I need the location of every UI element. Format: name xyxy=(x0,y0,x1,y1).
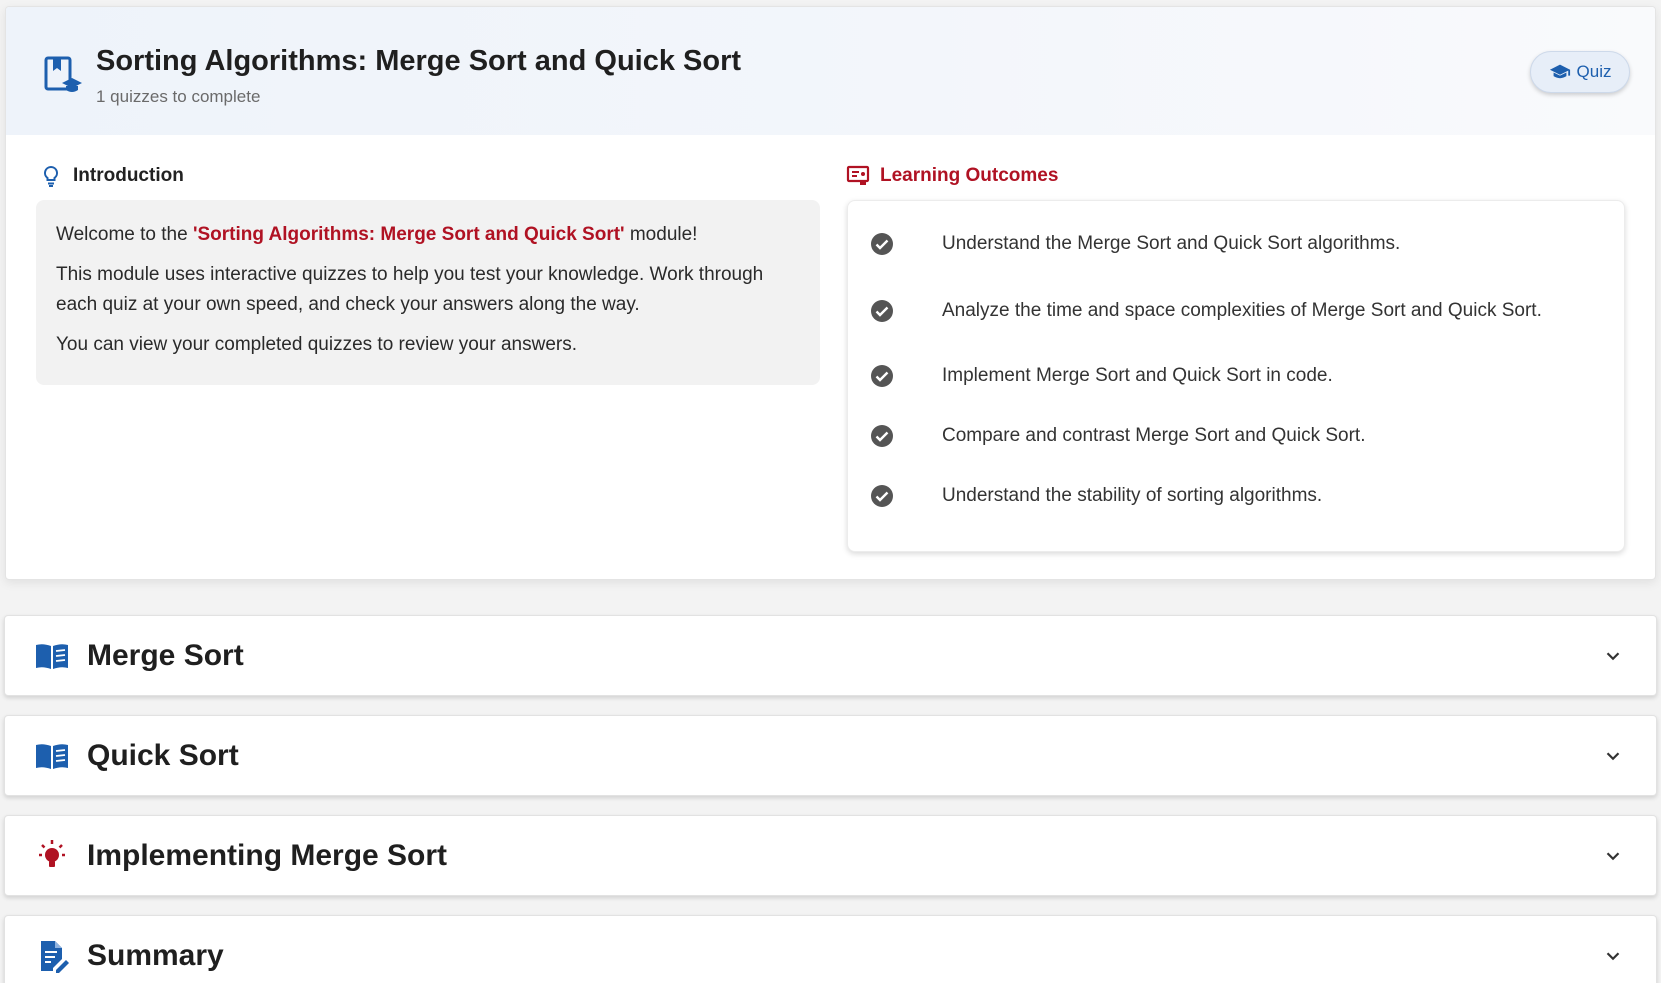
module-header: Sorting Algorithms: Merge Sort and Quick… xyxy=(6,7,1655,135)
outcome-item: Compare and contrast Merge Sort and Quic… xyxy=(848,421,1624,451)
accordion-implementing-merge-sort[interactable]: Implementing Merge Sort xyxy=(4,815,1657,896)
lightbulb-outline-icon xyxy=(43,165,59,187)
book-bookmark-icon xyxy=(44,56,82,92)
module-name-highlight: 'Sorting Algorithms: Merge Sort and Quic… xyxy=(192,224,625,245)
outcome-text: Understand the stability of sorting algo… xyxy=(942,485,1323,506)
introduction-heading-label: Introduction xyxy=(73,165,184,186)
outcome-text: Analyze the time and space complexities … xyxy=(942,300,1542,321)
outcome-text: Compare and contrast Merge Sort and Quic… xyxy=(942,425,1366,446)
lightbulb-icon xyxy=(39,839,65,867)
section-title: Merge Sort xyxy=(87,638,244,672)
accordion-merge-sort[interactable]: Merge Sort xyxy=(4,615,1657,696)
quiz-button[interactable]: Quiz xyxy=(1530,51,1630,93)
intro-paragraph: You can view your completed quizzes to r… xyxy=(56,334,577,355)
quiz-button-label: Quiz xyxy=(1576,62,1612,81)
intro-welcome-text: Welcome to the 'Sorting Algorithms: Merg… xyxy=(56,220,800,250)
outcome-item: Implement Merge Sort and Quick Sort in c… xyxy=(848,361,1624,391)
check-circle-icon xyxy=(871,365,893,387)
chevron-down-icon xyxy=(1606,751,1620,760)
welcome-prefix: Welcome to the xyxy=(56,224,193,245)
section-title: Summary xyxy=(87,938,224,972)
graduation-cap-icon xyxy=(1549,64,1570,79)
chevron-down-icon xyxy=(1606,651,1620,660)
chevron-down-icon xyxy=(1606,951,1620,960)
presentation-board-icon xyxy=(846,165,870,185)
outcome-text: Understand the Merge Sort and Quick Sort… xyxy=(942,233,1401,254)
check-circle-icon xyxy=(871,233,893,255)
open-book-icon xyxy=(36,643,68,669)
learning-outcomes-heading: Learning Outcomes xyxy=(846,164,1058,188)
outcome-text: Implement Merge Sort and Quick Sort in c… xyxy=(942,365,1333,386)
accordion-summary[interactable]: Summary xyxy=(4,915,1657,983)
section-title: Implementing Merge Sort xyxy=(87,838,448,872)
check-circle-icon xyxy=(871,485,893,507)
introduction-heading: Introduction xyxy=(39,164,184,188)
outcome-item: Understand the stability of sorting algo… xyxy=(848,481,1624,511)
accordion-quick-sort[interactable]: Quick Sort xyxy=(4,715,1657,796)
outcome-item: Analyze the time and space complexities … xyxy=(848,281,1624,341)
intro-paragraph: This module uses interactive quizzes to … xyxy=(56,264,764,315)
section-title: Quick Sort xyxy=(87,738,239,772)
check-circle-icon xyxy=(871,425,893,447)
document-edit-icon xyxy=(41,940,69,973)
open-book-icon xyxy=(36,743,68,769)
page-title: Sorting Algorithms: Merge Sort and Quick… xyxy=(96,45,742,77)
learning-outcomes-list: Understand the Merge Sort and Quick Sort… xyxy=(847,200,1625,552)
outcome-item: Understand the Merge Sort and Quick Sort… xyxy=(848,229,1624,259)
module-overview-card: Sorting Algorithms: Merge Sort and Quick… xyxy=(5,6,1656,580)
chevron-down-icon xyxy=(1606,851,1620,860)
quiz-count-subtitle: 1 quizzes to complete xyxy=(96,87,261,106)
welcome-suffix: module! xyxy=(624,224,698,245)
introduction-text-box: Welcome to the 'Sorting Algorithms: Merg… xyxy=(36,200,820,385)
check-circle-icon xyxy=(871,300,893,322)
learning-outcomes-heading-label: Learning Outcomes xyxy=(880,165,1059,186)
